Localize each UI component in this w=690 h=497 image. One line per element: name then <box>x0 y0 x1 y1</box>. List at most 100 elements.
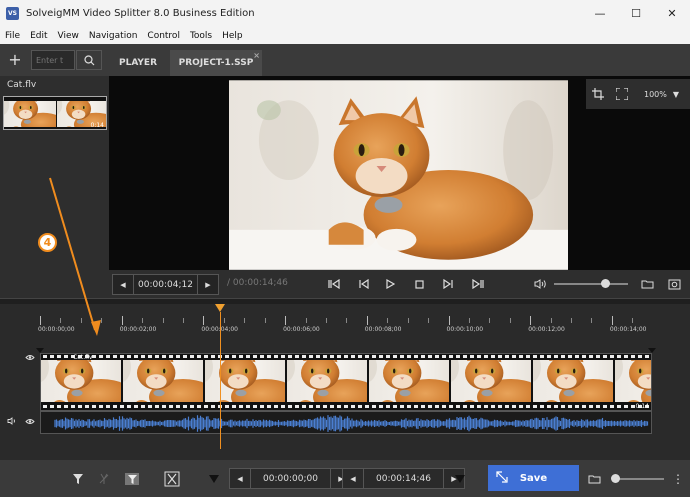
film-perforation <box>365 355 369 358</box>
playhead-handle[interactable] <box>214 304 225 312</box>
tab-close-icon[interactable]: × <box>253 51 260 60</box>
maximize-button[interactable]: ☐ <box>618 0 654 27</box>
film-perforation <box>162 405 166 408</box>
zoom-dropdown-icon[interactable]: ▼ <box>673 90 679 99</box>
film-perforation <box>337 355 341 358</box>
search-input[interactable] <box>31 50 75 70</box>
menu-control[interactable]: Control <box>142 31 185 41</box>
film-perforation <box>85 405 89 408</box>
prev-keyframe-button[interactable] <box>325 276 342 292</box>
play-icon <box>386 279 395 289</box>
ruler-minor-tick <box>182 318 184 323</box>
total-duration: / 00:00:14;46 <box>227 278 288 288</box>
zoom-level[interactable]: 100% <box>644 90 667 99</box>
audio-track-visibility-button[interactable] <box>24 416 36 426</box>
time-next-button[interactable]: ▶ <box>198 275 218 294</box>
film-perforation <box>344 405 348 408</box>
ruler-major-tick <box>366 316 368 325</box>
current-time-field[interactable]: 00:00:04;12 <box>133 275 198 294</box>
film-perforation <box>176 355 180 358</box>
video-track-visibility-button[interactable] <box>24 352 36 362</box>
more-options-button[interactable]: ⋮ <box>668 469 688 489</box>
start-time-prev-button[interactable]: ◀ <box>230 469 250 488</box>
audio-track[interactable] <box>40 411 652 434</box>
tab-player[interactable]: PLAYER <box>112 50 164 76</box>
delete-marker-button[interactable] <box>94 469 114 489</box>
ruler-minor-tick <box>80 318 82 323</box>
video-track-duration: 0:14 <box>635 403 649 410</box>
stop-button[interactable] <box>411 276 428 292</box>
speed-slider-handle[interactable] <box>611 474 620 483</box>
time-ruler[interactable]: 00:00:00;0000:00:02;0000:00:04;0000:00:0… <box>38 316 652 342</box>
save-button[interactable]: Save <box>488 465 579 491</box>
film-perforation <box>64 355 68 358</box>
next-keyframe-button[interactable] <box>469 276 486 292</box>
play-button[interactable] <box>382 276 399 292</box>
video-player[interactable]: 100% ▼ <box>109 76 690 270</box>
output-folder-button[interactable] <box>584 469 604 489</box>
film-perforation <box>512 405 516 408</box>
fullscreen-button[interactable] <box>610 82 634 106</box>
add-marker-button[interactable] <box>68 469 88 489</box>
film-perforation <box>274 405 278 408</box>
film-perforation <box>155 405 159 408</box>
add-file-button[interactable]: + <box>6 51 24 69</box>
prev-frame-button[interactable] <box>355 276 372 292</box>
film-perforation <box>246 405 250 408</box>
audio-waveform <box>54 415 649 432</box>
ruler-major-tick <box>203 316 205 325</box>
cut-segment-button[interactable] <box>162 469 182 489</box>
video-track[interactable]: Cat.flv 0:14 <box>40 353 652 411</box>
crop-button[interactable] <box>586 82 610 106</box>
ruler-minor-tick <box>571 318 573 323</box>
open-folder-button[interactable] <box>639 276 656 292</box>
volume-slider-track[interactable] <box>554 283 628 285</box>
ruler-minor-tick <box>325 318 327 323</box>
minimize-button[interactable]: — <box>582 0 618 27</box>
film-perforation <box>449 355 453 358</box>
film-perforation <box>204 355 208 358</box>
audio-track-mute-button[interactable] <box>6 416 18 426</box>
volume-slider-handle[interactable] <box>601 279 611 288</box>
film-perforation <box>274 355 278 358</box>
close-button[interactable]: ✕ <box>654 0 690 27</box>
media-file-thumbnail[interactable]: 0:14 <box>3 96 107 130</box>
ruler-tick-label: 00:00:10;00 <box>446 326 484 333</box>
volume-button[interactable] <box>532 276 549 292</box>
speed-slider-track[interactable] <box>614 478 664 480</box>
menu-tools[interactable]: Tools <box>185 31 217 41</box>
film-perforation <box>330 355 334 358</box>
timeline[interactable]: 00:00:00;0000:00:02;0000:00:04;0000:00:0… <box>0 304 690 460</box>
end-time-prev-button[interactable]: ◀ <box>343 469 363 488</box>
film-perforation <box>365 405 369 408</box>
film-perforation <box>512 355 516 358</box>
tab-project[interactable]: PROJECT-1.SSP × <box>170 50 262 76</box>
next-frame-button[interactable] <box>439 276 456 292</box>
next-keyframe-icon <box>471 279 484 289</box>
film-perforation <box>414 355 418 358</box>
ruler-minor-tick <box>489 318 491 323</box>
menu-view[interactable]: View <box>53 31 84 41</box>
jump-to-end-marker-button[interactable] <box>450 469 470 489</box>
film-perforation <box>519 355 523 358</box>
film-perforation <box>554 355 558 358</box>
film-perforation <box>106 405 110 408</box>
jump-to-start-marker-button[interactable] <box>204 469 224 489</box>
start-time-field[interactable]: 00:00:00;00 <box>250 469 331 488</box>
invert-selection-button[interactable] <box>122 469 142 489</box>
snapshot-button[interactable] <box>666 276 683 292</box>
fullscreen-icon <box>616 88 628 100</box>
end-time-field[interactable]: 00:00:14;46 <box>363 469 444 488</box>
time-prev-button[interactable]: ◀ <box>113 275 133 294</box>
film-perforation <box>64 405 68 408</box>
menu-navigation[interactable]: Navigation <box>84 31 143 41</box>
film-perforation <box>421 355 425 358</box>
volume-icon <box>534 279 546 289</box>
film-perforation <box>295 355 299 358</box>
film-perforation <box>204 405 208 408</box>
menu-file[interactable]: File <box>0 31 25 41</box>
menu-edit[interactable]: Edit <box>25 31 52 41</box>
search-button[interactable] <box>76 50 102 70</box>
menu-help[interactable]: Help <box>217 31 248 41</box>
triangle-down-icon <box>455 475 465 483</box>
